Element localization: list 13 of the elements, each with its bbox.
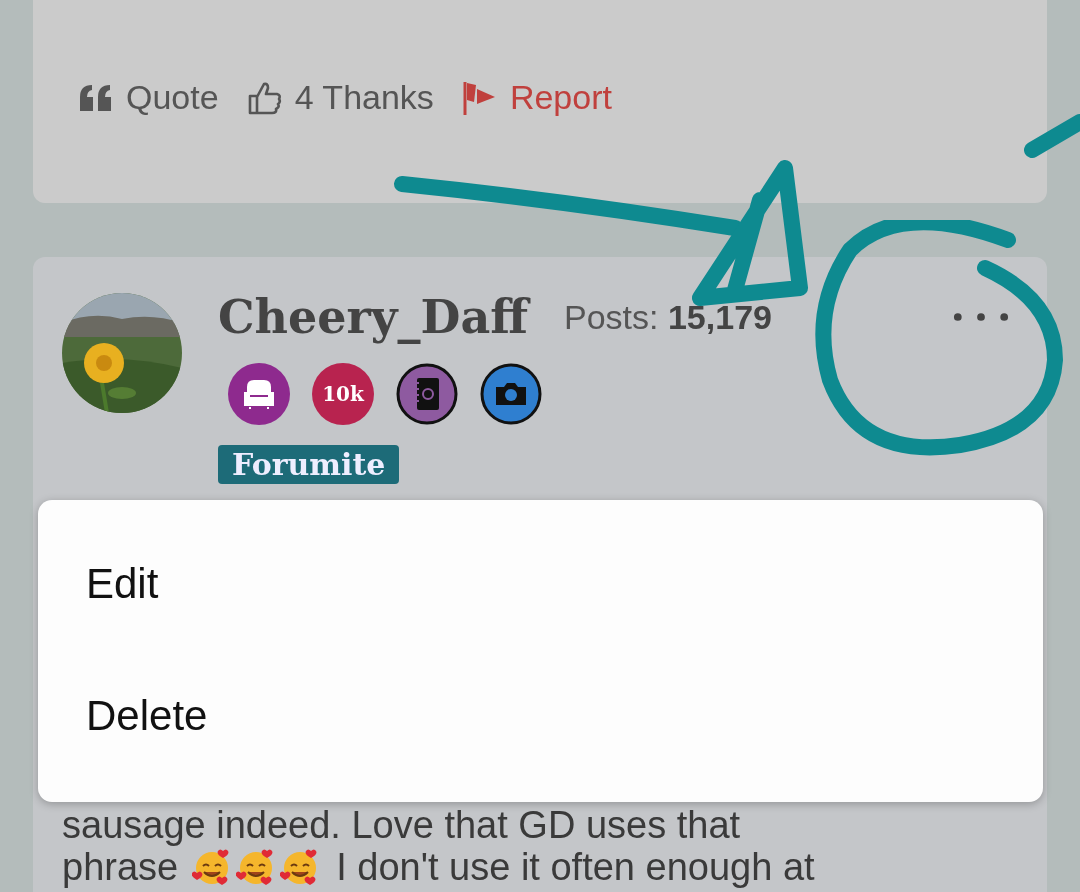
menu-item[interactable]: Delete [38, 650, 1043, 782]
more-icon[interactable] [952, 311, 1010, 323]
post-count: Posts: 15,179 [564, 297, 772, 337]
rank-tag: Forumite [218, 445, 400, 484]
report-link[interactable]: Report [461, 78, 612, 117]
thanks-link[interactable]: 4 Thanks [246, 78, 434, 117]
menu-item[interactable]: Edit [38, 518, 1043, 650]
badge: 10k [312, 363, 374, 425]
post-text: sausage indeed. Love that GD uses that [62, 803, 741, 847]
post-text: phrase [62, 845, 179, 889]
post-text: I don't use it often enough at [336, 845, 815, 889]
pen-stroke-drawing [1024, 114, 1080, 158]
quote-link[interactable]: Quote [78, 78, 219, 117]
